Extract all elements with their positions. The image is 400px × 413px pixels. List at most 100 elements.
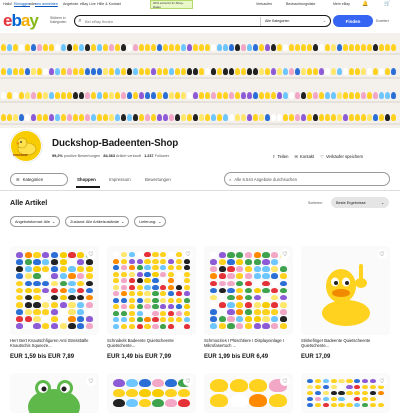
contact-button[interactable]: ✉ Kontakt	[294, 154, 314, 159]
store-logo	[10, 130, 42, 162]
product-image[interactable]: ♡	[204, 246, 293, 335]
filter-condition[interactable]: Zustand: Alle Artikelzustände ⌄	[65, 216, 130, 227]
product-title[interactable]: Schmoozies I Plüschtiere I Displayeinlag…	[204, 338, 293, 353]
shelf	[0, 77, 400, 79]
filter-bar: Angebotsformat: Alle ⌄ Zustand: Alle Arti…	[10, 216, 167, 227]
save-seller-label: Verkäufer speichern	[325, 154, 364, 159]
filter-delivery[interactable]: Lieferung: ⌄	[134, 216, 167, 227]
main-search-input[interactable]	[85, 18, 235, 24]
logo-letter-y: y	[29, 11, 39, 30]
followers-value: 1.237	[144, 154, 154, 158]
search-icon: ⌕	[229, 176, 232, 182]
topbar-link-ebay-live[interactable]: eBay Live	[80, 2, 96, 6]
topbar-link-sell[interactable]: Verkaufen	[256, 2, 272, 6]
chat-icon: ✉	[294, 154, 298, 159]
product-card[interactable]: ♡ Herr Bert Knautschfiguren Anti Stressb…	[10, 246, 99, 360]
positive-feedback-label: positive Bewertungen	[63, 154, 101, 158]
product-image[interactable]: ♡	[107, 246, 196, 335]
divider	[0, 190, 400, 191]
filter-format[interactable]: Angebotsformat: Alle ⌄	[10, 216, 61, 227]
share-icon: ⇪	[272, 154, 276, 159]
product-price: EUR 1,99 bis EUR 6,49	[204, 354, 269, 360]
register-link[interactable]: neu anmelden	[35, 2, 58, 6]
product-image[interactable]: ♡	[301, 373, 390, 413]
hamburger-icon: ☰	[16, 177, 20, 182]
sort-dropdown[interactable]: Beste Ergebnisse ⌄	[331, 197, 389, 208]
top-utility-bar: Hallo! Einloggen oder neu anmelden Angeb…	[0, 0, 400, 9]
followers-label: Follower	[154, 154, 170, 158]
product-image[interactable]: ♡	[10, 246, 99, 335]
product-title[interactable]: Herr Bert Knautschfiguren Anti Stressbäl…	[10, 338, 99, 353]
cart-icon[interactable]: 🛒	[384, 1, 390, 7]
chevron-down-icon: ⌄	[121, 220, 125, 224]
duck-image	[322, 264, 370, 326]
shelf	[0, 101, 400, 103]
store-search[interactable]: ⌕ Alle 6.544 Angebote durchsuchen	[224, 172, 390, 186]
tab-reviews[interactable]: Bewertungen	[145, 177, 171, 182]
tab-shop[interactable]: Shoppen	[77, 177, 96, 182]
product-photo	[210, 379, 287, 407]
heart-icon[interactable]: ♡	[377, 249, 387, 259]
store-stats: 99,2% positive Bewertungen 84.363 Artike…	[52, 154, 169, 158]
heart-icon[interactable]: ♡	[183, 249, 193, 259]
shelf	[0, 53, 400, 55]
product-card[interactable]: ♡ Schnabels Badeente Quietscheente Quiet…	[107, 246, 196, 360]
category-select[interactable]: Alle Kategorien ⌄	[260, 16, 330, 26]
chevron-down-icon: ⌄	[380, 201, 384, 205]
topbar-link-help[interactable]: Hilfe & Kontakt	[97, 2, 121, 6]
product-image[interactable]: ♡	[301, 246, 390, 335]
product-price: EUR 1,59 bis EUR 7,89	[10, 354, 75, 360]
product-title[interactable]: Stinkefinger Badeente Quietscheente Quie…	[301, 338, 390, 353]
share-label: Teilen	[277, 154, 289, 159]
store-banner	[0, 33, 400, 128]
share-button[interactable]: ⇪ Teilen	[272, 154, 288, 159]
items-sold-value: 84.363	[103, 154, 115, 158]
find-button[interactable]: Finden	[333, 15, 373, 27]
logo-letter-b: b	[11, 11, 21, 30]
product-image[interactable]: ♡	[204, 373, 293, 413]
topbar-link-deals[interactable]: Angebote	[63, 2, 78, 6]
heart-icon[interactable]: ♡	[280, 249, 290, 259]
heart-icon: ♡	[320, 154, 324, 159]
store-logo-text: DUCKSHOP	[13, 154, 28, 157]
categories-label: Kategorien	[22, 177, 44, 182]
product-image[interactable]: ♡	[10, 373, 99, 413]
heart-icon[interactable]: ♡	[377, 376, 387, 386]
topbar-link-watchlist[interactable]: Beobachtungsliste	[286, 2, 315, 6]
heart-icon[interactable]: ♡	[280, 376, 290, 386]
shelf	[0, 123, 400, 125]
heart-icon[interactable]: ♡	[86, 249, 96, 259]
heart-icon[interactable]: ♡	[86, 376, 96, 386]
product-card[interactable]: ♡ Stinkefinger Badeente Quietscheente Qu…	[301, 246, 390, 360]
product-photo	[113, 252, 190, 329]
store-actions: ⇪ Teilen ✉ Kontakt ♡ Verkäufer speichern	[272, 154, 363, 159]
filter-condition-label: Zustand: Alle Artikelzustände	[70, 219, 119, 224]
promo-badge[interactable]: 20% extra für 2x Shop-Daten	[150, 0, 193, 9]
greeting-text: Hallo!	[3, 2, 13, 6]
product-card[interactable]: ♡ Schmoozies I Plüschtiere I Displayeinl…	[204, 246, 293, 360]
signin-link[interactable]: Einloggen	[14, 2, 30, 6]
items-sold-label: Artikel verkauft	[115, 154, 141, 158]
advanced-search-link[interactable]: Erweitert	[376, 19, 389, 23]
product-title[interactable]: Schnabels Badeente Quietscheente Quietsc…	[107, 338, 196, 353]
main-search-bar: ⌕ Alle Kategorien ⌄	[74, 15, 331, 27]
chevron-down-icon: ⌄	[322, 19, 326, 23]
ebay-logo[interactable]: ebay	[3, 11, 39, 30]
topbar-link-my-ebay[interactable]: Mein eBay	[333, 2, 350, 6]
product-image[interactable]: ♡	[107, 373, 196, 413]
shop-by-category-button[interactable]: Stöbern in Kategorien	[50, 16, 74, 24]
tab-imprint[interactable]: Impressum	[109, 177, 131, 182]
bell-icon[interactable]: 🔔	[362, 1, 368, 7]
category-select-label: Alle Kategorien	[265, 19, 290, 23]
chevron-down-icon: ⌄	[158, 220, 162, 224]
categories-button[interactable]: ☰ Kategorien	[10, 173, 68, 186]
store-name: Duckshop-Badeenten-Shop	[52, 138, 179, 149]
positive-feedback-value: 99,2%	[52, 154, 63, 158]
save-seller-button[interactable]: ♡ Verkäufer speichern	[320, 154, 363, 159]
contact-label: Kontakt	[299, 154, 315, 159]
product-photo	[113, 379, 190, 407]
active-tab-indicator	[76, 186, 100, 188]
heart-icon[interactable]: ♡	[183, 376, 193, 386]
filter-delivery-label: Lieferung:	[139, 219, 157, 224]
search-icon: ⌕	[78, 17, 82, 24]
